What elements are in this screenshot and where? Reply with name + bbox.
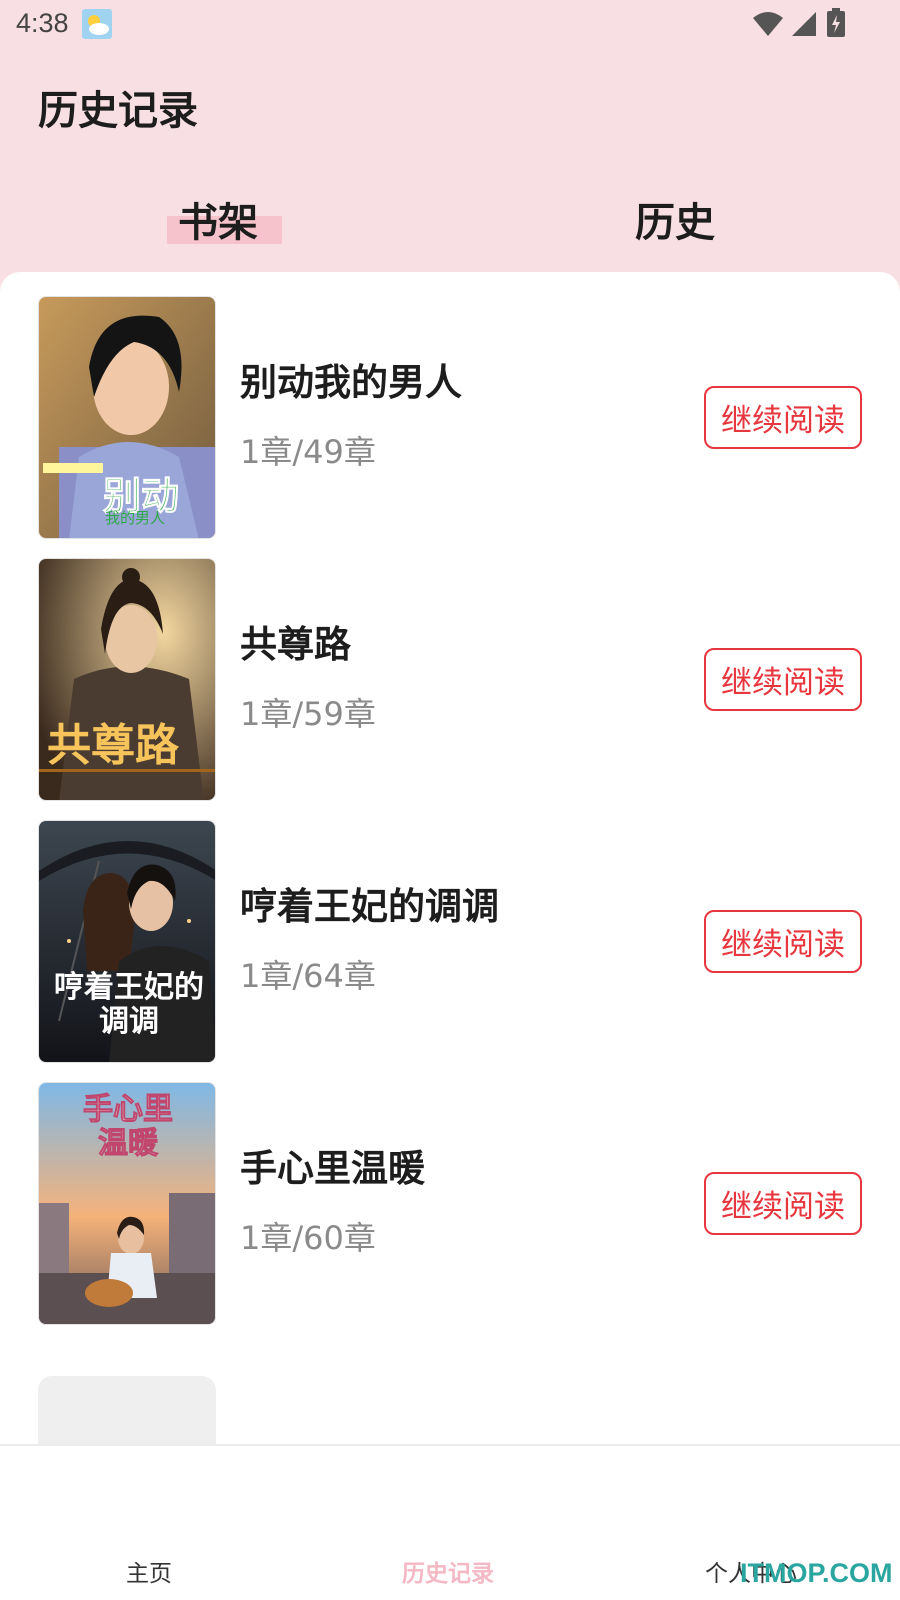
weather-icon (82, 9, 112, 39)
tab-bookshelf[interactable]: 书架 (178, 190, 258, 248)
book-progress: 1章/59章 (240, 695, 376, 733)
book-title: 哼着王妃的调调 (240, 885, 499, 928)
book-title: 别动我的男人 (240, 361, 462, 404)
book-progress: 1章/49章 (240, 433, 376, 471)
book-cover[interactable]: 共尊路 (38, 558, 216, 801)
tab-history-label: 历史 (635, 200, 715, 246)
book-progress: 1章/64章 (240, 957, 376, 995)
continue-reading-button[interactable]: 继续阅读 (704, 386, 862, 449)
page-title: 历史记录 (38, 88, 198, 134)
book-progress: 1章/60章 (240, 1219, 376, 1257)
book-cover[interactable]: 手心里温暖 (38, 1082, 216, 1325)
continue-reading-button[interactable]: 继续阅读 (704, 1172, 862, 1235)
book-title: 手心里温暖 (240, 1147, 425, 1190)
continue-reading-button[interactable]: 继续阅读 (704, 910, 862, 973)
battery-icon (827, 8, 845, 37)
nav-home[interactable]: 主页 (126, 1554, 172, 1588)
list-item[interactable]: 共尊路 共尊路 1章/59章 继续阅读 (0, 534, 900, 801)
book-title: 共尊路 (240, 623, 351, 666)
cover-subtitle-text: 我的男人 (105, 509, 166, 527)
wifi-icon (753, 12, 783, 36)
list-item[interactable]: 别动 我的男人 别动我的男人 1章/49章 继续阅读 (0, 272, 900, 539)
status-time: 4:38 (16, 8, 69, 38)
cover-title-text: 共尊路 (47, 720, 179, 771)
watermark-text: ITMOP.COM (740, 1558, 893, 1588)
cover-title-text: 哼着王妃的调调 (54, 970, 204, 1039)
continue-reading-button[interactable]: 继续阅读 (704, 648, 862, 711)
signal-icon (792, 12, 816, 36)
tab-history[interactable]: 历史 (635, 190, 715, 248)
nav-history[interactable]: 历史记录 (402, 1554, 494, 1588)
status-bar: 4:38 (0, 0, 900, 50)
list-item[interactable]: 手心里温暖 手心里温暖 1章/60章 继续阅读 (0, 1058, 900, 1325)
list-item[interactable]: 哼着王妃的调调 哼着王妃的调调 1章/64章 继续阅读 (0, 796, 900, 1063)
book-cover-placeholder (38, 1376, 216, 1446)
tab-bookshelf-label: 书架 (178, 200, 258, 246)
book-list-panel: 别动 我的男人 别动我的男人 1章/49章 继续阅读 共尊路 共尊路 1章/59… (0, 272, 900, 1472)
book-cover[interactable]: 别动 我的男人 (38, 296, 216, 539)
cover-title-text: 手心里温暖 (83, 1092, 174, 1161)
book-cover[interactable]: 哼着王妃的调调 (38, 820, 216, 1063)
